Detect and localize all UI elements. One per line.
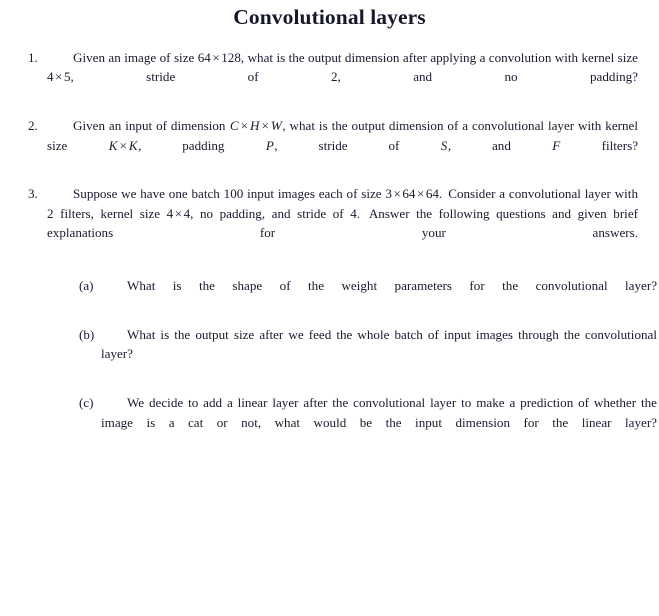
multiplication-sign: × — [240, 118, 249, 134]
text-run: , no padding, and stride of — [190, 205, 351, 221]
math-number: 3 — [385, 186, 392, 202]
multiplication-sign: × — [261, 118, 269, 134]
math-variable: S — [440, 137, 448, 153]
subquestion-label-a: (a) — [79, 278, 94, 294]
question-text-3: Suppose we have one batch 100 input imag… — [47, 184, 638, 262]
multiplication-sign: × — [212, 50, 220, 65]
empty-page-area — [0, 372, 659, 616]
text-run: , and — [447, 137, 552, 153]
text-run: , stride of — [70, 69, 331, 85]
math-number: 64 — [197, 50, 211, 65]
math-variable: F — [552, 137, 561, 153]
subquestion-text-a: What is the shape of the weight paramete… — [127, 278, 657, 294]
text-run: , and no padding? — [337, 69, 638, 85]
math-variable: K — [128, 137, 138, 153]
text-run: Given an input of dimension — [73, 118, 230, 134]
question-number-2: 2. — [28, 118, 38, 134]
text-run: filters? — [560, 137, 638, 153]
sentence-space — [360, 206, 369, 221]
math-variable: P — [265, 137, 274, 153]
multiplication-sign: × — [416, 186, 425, 202]
math-variable: W — [270, 118, 282, 134]
subquestion-item-a: (a) What is the shape of the weight para… — [79, 276, 657, 315]
math-number: 64 — [402, 186, 416, 202]
multiplication-sign: × — [174, 205, 183, 221]
question-number-3: 3. — [28, 186, 38, 202]
math-number: 64 — [425, 186, 439, 202]
text-run: , padding — [138, 137, 266, 153]
math-variable: K — [108, 137, 118, 153]
math-number: 128 — [221, 50, 241, 65]
question-text-2: Given an input of dimension C × H × W, what … — [47, 116, 638, 174]
text-run: , stride of — [274, 137, 441, 153]
multiplication-sign: × — [119, 137, 127, 153]
text-run: , what is the output dimension after app… — [240, 50, 638, 65]
math-variable: H — [250, 118, 260, 134]
multiplication-sign: × — [393, 186, 401, 202]
document-page: Convolutional layers 1. Given an image o… — [0, 0, 659, 616]
question-item-2: 2. Given an input of dimension C × H × W, wh… — [28, 116, 638, 174]
question-number-1: 1. — [28, 50, 38, 65]
question-item-1: 1. Given an image of size 64 × 128, what i… — [28, 48, 638, 106]
text-run: Given an image of size — [73, 50, 198, 65]
math-variable: C — [229, 118, 239, 134]
math-number: 4 — [47, 69, 54, 85]
text-run: Suppose we have one batch 100 input imag… — [73, 186, 386, 202]
question-text-1: Given an image of size 64 × 128, what is t… — [47, 48, 638, 106]
page-title: Convolutional layers — [233, 5, 426, 29]
multiplication-sign: × — [55, 69, 63, 85]
subquestion-label-b: (b) — [79, 326, 95, 342]
